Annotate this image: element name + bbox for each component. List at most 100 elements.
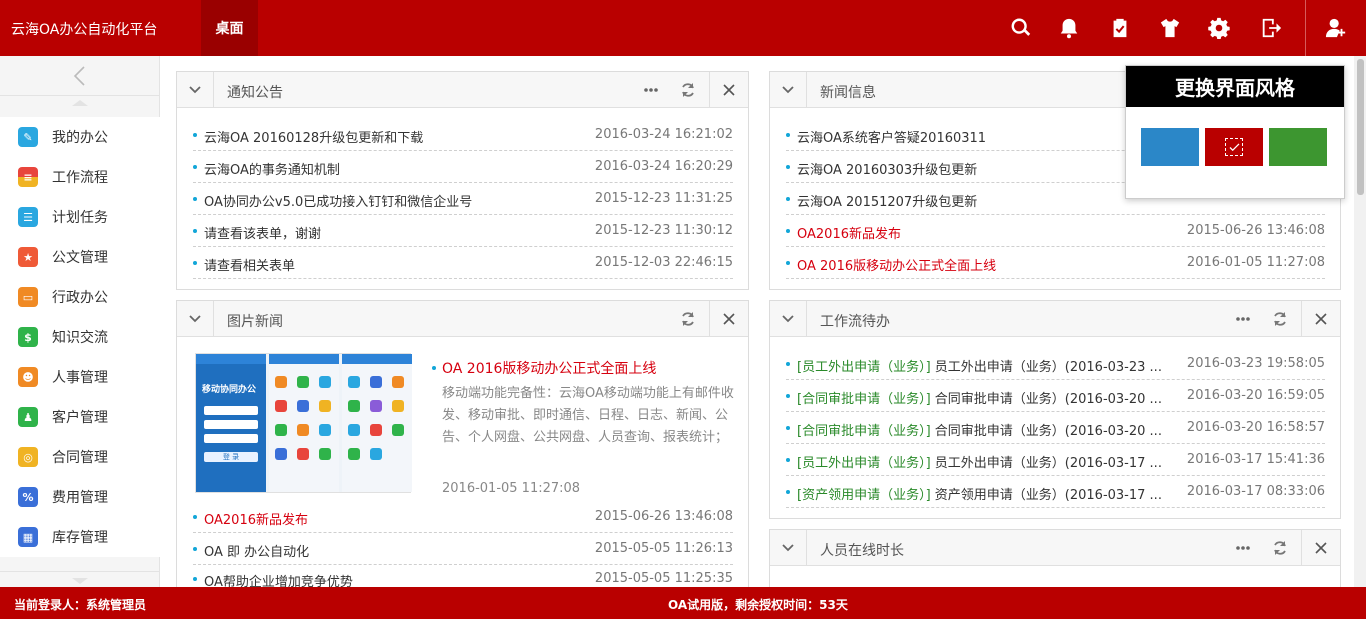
chevron-down-icon [189, 314, 201, 322]
close-button[interactable] [1301, 301, 1340, 336]
list-item[interactable]: OA 2016版移动办公正式全面上线 2016-01-05 11:27:08 [786, 247, 1325, 279]
list-item[interactable]: [资产领用申请（业务）] 资产领用申请（业务）(2016-03-17 ... 20… [786, 476, 1325, 508]
notice-panel: 通知公告 云海OA 20160128升级包更新和下载 2016-03-24 16:… [176, 71, 749, 290]
list-item[interactable]: OA2016新品发布 2015-06-26 13:46:08 [786, 215, 1325, 247]
scrollbar-thumb[interactable] [1357, 59, 1364, 195]
picture-news-summary: 移动端功能完备性：云海OA移动端功能上有邮件收发、移动审批、即时通信、日程、日志… [442, 386, 734, 445]
phone-app-grid [269, 354, 339, 492]
sidebar-item-contract[interactable]: ◎ 合同管理 [0, 437, 160, 477]
search-icon[interactable] [1007, 14, 1035, 42]
sidebar-item-hr[interactable]: ☻ 人事管理 [0, 357, 160, 397]
scroll-down-arrow[interactable] [72, 578, 88, 584]
close-icon [1315, 541, 1327, 554]
sidebar-item-plan-task[interactable]: ☰ 计划任务 [0, 197, 160, 237]
panel-collapse-button[interactable] [770, 72, 807, 107]
sidebar-item-document[interactable]: ★ 公文管理 [0, 237, 160, 277]
panel-header: 人员在线时长 [770, 530, 1340, 566]
theme-swatch-green[interactable] [1269, 128, 1327, 166]
sidebar-item-label: 公文管理 [52, 250, 108, 266]
tshirt-icon[interactable] [1156, 14, 1184, 42]
list-item[interactable]: [合同审批申请（业务）] 合同审批申请（业务）(2016-03-20 ... 20… [786, 412, 1325, 444]
list-item[interactable]: [员工外出申请（业务）] 员工外出申请（业务）(2016-03-23 ... 20… [786, 348, 1325, 380]
theme-swatch-red[interactable] [1205, 128, 1263, 166]
picture-news-headline[interactable]: OA 2016版移动办公正式全面上线 [442, 358, 656, 378]
refresh-button[interactable] [670, 301, 706, 336]
sidebar-collapse-button[interactable] [0, 56, 160, 96]
sidebar-item-customer[interactable]: ♟ 客户管理 [0, 397, 160, 437]
panel-title: 图片新闻 [227, 314, 283, 330]
more-button[interactable] [633, 72, 669, 107]
refresh-button[interactable] [670, 72, 706, 107]
panel-title: 通知公告 [227, 85, 283, 101]
list-item[interactable]: OA2016新品发布 2015-06-26 13:46:08 [193, 501, 733, 533]
chevron-left-icon [73, 65, 85, 86]
theme-popup-title: 更换界面风格 [1126, 66, 1344, 107]
list-item[interactable]: [合同审批申请（业务）] 合同审批申请（业务）(2016-03-20 ... 20… [786, 380, 1325, 412]
sidebar-item-label: 合同管理 [52, 450, 108, 466]
theme-swatch-blue[interactable] [1141, 128, 1199, 166]
close-button[interactable] [709, 301, 748, 336]
refresh-button[interactable] [1262, 301, 1298, 336]
list-item[interactable]: 请查看相关表单 2015-12-03 22:46:15 [193, 247, 733, 279]
sidebar-item-label: 客户管理 [52, 410, 108, 426]
list-item[interactable]: 请查看该表单，谢谢 2015-12-23 11:30:12 [193, 215, 733, 247]
sidebar-item-label: 人事管理 [52, 370, 108, 386]
customer-icon: ♟ [18, 407, 38, 427]
status-bar: 当前登录人：系统管理员 OA试用版，剩余授权时间：53天 [0, 587, 1366, 619]
chevron-down-icon [782, 314, 794, 322]
inventory-icon: ▦ [18, 527, 38, 547]
list-item[interactable]: 云海OA的事务通知机制 2016-03-24 16:20:29 [193, 151, 733, 183]
panel-collapse-button[interactable] [177, 72, 214, 107]
more-button[interactable] [1225, 301, 1261, 336]
tab-desktop[interactable]: 桌面 [201, 0, 258, 56]
sidebar-item-workflow[interactable]: ≡ 工作流程 [0, 157, 160, 197]
exchange-icon: $ [18, 327, 38, 347]
list-item[interactable]: OA协同办公v5.0已成功接入钉钉和微信企业号 2015-12-23 11:31:… [193, 183, 733, 215]
refresh-icon [682, 311, 694, 326]
close-button[interactable] [709, 72, 748, 107]
panel-collapse-button[interactable] [770, 301, 807, 336]
news-thumbnail[interactable]: 移动协同办公 登 录 [195, 353, 412, 493]
user-switch-icon[interactable] [1322, 14, 1350, 42]
edit-icon: ✎ [18, 127, 38, 147]
sidebar-item-knowledge[interactable]: $ 知识交流 [0, 317, 160, 357]
panel-collapse-button[interactable] [177, 301, 214, 336]
scroll-up-arrow[interactable] [72, 100, 88, 106]
sidebar-item-admin-office[interactable]: ▭ 行政办公 [0, 277, 160, 317]
theme-switcher-popup: 更换界面风格 [1125, 65, 1345, 199]
page-scrollbar[interactable] [1354, 56, 1366, 587]
list-item[interactable]: 云海OA 20160128升级包更新和下载 2016-03-24 16:21:02 [193, 119, 733, 151]
chevron-down-icon [189, 85, 201, 93]
phone-app-grid [342, 354, 412, 492]
top-bar-divider [1305, 0, 1306, 56]
more-dots-icon [1236, 545, 1250, 550]
sidebar-item-label: 库存管理 [52, 530, 108, 546]
refresh-icon [682, 82, 694, 97]
sidebar-menu: ✎ 我的办公 ≡ 工作流程 ☰ 计划任务 ★ 公文管理 ▭ 行政办公 $ 知识交… [0, 117, 160, 557]
picture-news-date: 2016-01-05 11:27:08 [442, 481, 581, 496]
sidebar-item-inventory[interactable]: ▦ 库存管理 [0, 517, 160, 557]
person-icon: ☻ [18, 367, 38, 387]
gear-icon[interactable] [1205, 14, 1233, 42]
sidebar-item-my-office[interactable]: ✎ 我的办公 [0, 117, 160, 157]
panel-collapse-button[interactable] [770, 530, 807, 565]
sidebar-item-label: 行政办公 [52, 290, 108, 306]
list-item[interactable]: OA 即 办公自动化 2015-05-05 11:26:13 [193, 533, 733, 565]
contract-icon: ◎ [18, 447, 38, 467]
more-button[interactable] [1225, 530, 1261, 565]
clipboard-check-icon[interactable] [1106, 14, 1134, 42]
close-icon [723, 312, 735, 325]
sidebar-item-expense[interactable]: % 费用管理 [0, 477, 160, 517]
current-user-label: 当前登录人：系统管理员 [14, 598, 147, 612]
sidebar-item-label: 费用管理 [52, 490, 108, 506]
list-item[interactable]: [员工外出申请（业务）] 员工外出申请（业务）(2016-03-17 ... 20… [786, 444, 1325, 476]
sidebar: ✎ 我的办公 ≡ 工作流程 ☰ 计划任务 ★ 公文管理 ▭ 行政办公 $ 知识交… [0, 56, 160, 587]
close-button[interactable] [1301, 530, 1340, 565]
workflow-icon: ≡ [18, 167, 38, 187]
panel-header: 通知公告 [177, 72, 748, 108]
refresh-button[interactable] [1262, 530, 1298, 565]
folder-icon: ▭ [18, 287, 38, 307]
check-icon [1225, 138, 1243, 156]
bell-icon[interactable] [1055, 14, 1083, 42]
logout-icon[interactable] [1257, 14, 1285, 42]
